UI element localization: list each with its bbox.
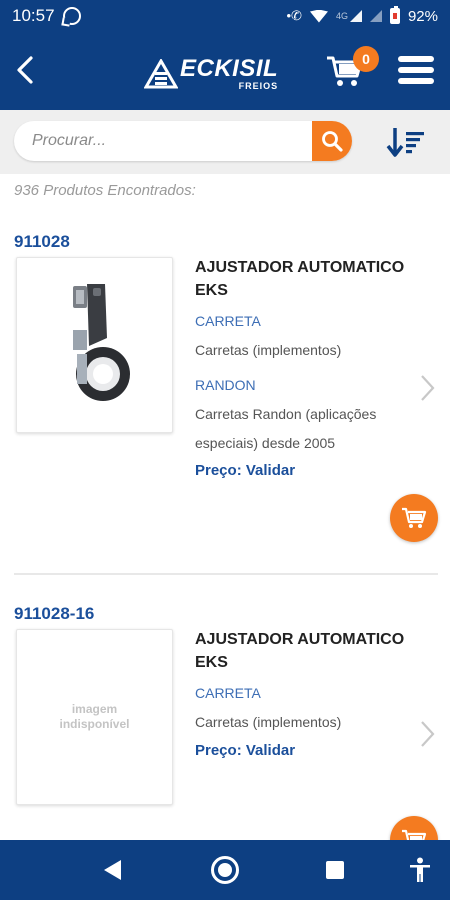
product-price: Preço: Validar [195, 742, 296, 759]
nav-back-icon[interactable] [104, 860, 121, 880]
brand-name: ECKISIL [180, 55, 279, 82]
back-button[interactable] [8, 52, 44, 88]
brand-subtitle: FREIOS [238, 81, 279, 91]
product-image[interactable] [16, 257, 173, 433]
category-description: Carretas (implementos) [195, 342, 342, 358]
cart-plus-icon [402, 507, 427, 528]
search-box [14, 121, 352, 161]
sort-icon [386, 128, 424, 157]
nav-recent-apps-icon[interactable] [326, 861, 344, 879]
whatsapp-icon [62, 7, 81, 25]
chevron-right-icon[interactable] [416, 719, 438, 749]
slack-adjuster-image [73, 284, 130, 401]
call-icon: •✆ [286, 8, 302, 23]
status-left: 10:57 [12, 6, 81, 26]
search-input[interactable] [32, 121, 312, 161]
brand-description: Carretas Randon (aplicações especiais) d… [195, 406, 377, 451]
product-name: AJUSTADOR AUTOMATICO EKS [195, 259, 405, 299]
product-image-placeholder[interactable]: imagem indisponível [16, 629, 173, 805]
product-divider [14, 573, 438, 575]
category-label: CARRETA [195, 313, 261, 329]
product-name: AJUSTADOR AUTOMATICO EKS [195, 631, 405, 671]
signal-icon [349, 10, 362, 22]
eckisil-logo-icon [144, 59, 178, 89]
system-nav-bar [0, 840, 450, 900]
product-price: Preço: Validar [195, 462, 296, 479]
product-code[interactable]: 911028-16 [14, 604, 94, 624]
status-right: •✆ 4G 92% [286, 6, 438, 25]
sort-button[interactable] [386, 124, 426, 160]
result-count: 936 Produtos Encontrados: [14, 182, 196, 199]
accessibility-icon[interactable] [408, 857, 432, 883]
hamburger-icon-bar [398, 67, 434, 73]
status-time: 10:57 [12, 6, 55, 25]
add-to-cart-button[interactable] [390, 494, 438, 542]
network-label: 4G [335, 11, 348, 21]
search-bar [0, 110, 450, 174]
chevron-right-icon[interactable] [416, 373, 438, 403]
status-bar: 10:57 •✆ 4G 92% [0, 0, 450, 32]
brand-logo: ECKISIL FREIOS [144, 54, 278, 94]
chevron-left-icon [17, 56, 33, 84]
nav-home-icon[interactable] [211, 856, 239, 884]
hamburger-icon-bar [398, 78, 434, 84]
wifi-icon [309, 9, 328, 23]
search-button[interactable] [312, 121, 352, 161]
brand-label: RANDON [195, 377, 256, 393]
signal-icon-secondary [369, 10, 382, 22]
image-unavailable: imagem indisponível [59, 702, 130, 731]
battery-level: 92% [407, 7, 438, 25]
search-icon [322, 131, 343, 152]
menu-button[interactable] [398, 56, 434, 86]
cart-count-badge: 0 [353, 46, 379, 72]
cart-button[interactable]: 0 [325, 46, 379, 92]
hamburger-icon-bar [398, 56, 434, 62]
battery-icon [389, 6, 400, 24]
category-description: Carretas (implementos) [195, 714, 342, 730]
app-header: ECKISIL FREIOS 0 [0, 32, 450, 110]
product-code[interactable]: 911028 [14, 232, 70, 252]
category-label: CARRETA [195, 685, 261, 701]
